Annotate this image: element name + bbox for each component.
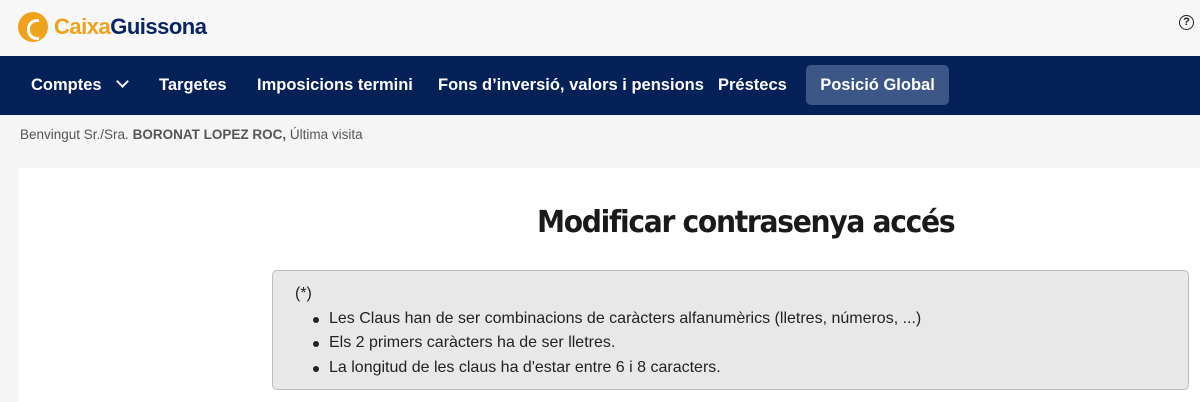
logo-icon [18,12,48,42]
caixaguissona-logo[interactable]: CaixaGuissona [18,12,207,42]
nav-item-posicio-global[interactable]: Posició Global [806,65,949,105]
logo-text-guissona: Guissona [110,14,207,39]
chevron-down-icon [115,75,129,88]
nav-item-label: Comptes [31,76,102,94]
rule-item: Les Claus han de ser combinacions de car… [312,310,922,327]
note-marker: (*) [295,285,312,302]
password-rules-box: (*) Les Claus han de ser combinacions de… [272,270,1189,390]
top-bar: CaixaGuissona ? [0,0,1200,56]
nav-item-comptes[interactable]: Comptes [31,56,129,115]
help-icon[interactable]: ? [1179,15,1194,30]
nav-item-fons-inversio[interactable]: Fons d’inversió, valors i pensions [438,56,704,115]
last-visit-label: Última visita [289,127,363,142]
main-navigation: Comptes Targetes Imposicions termini Fon… [0,56,1200,115]
logo-text: CaixaGuissona [54,14,207,40]
logo-text-caixa: Caixa [54,14,111,39]
user-name: BORONAT LOPEZ ROC, [132,127,287,142]
nav-item-targetes[interactable]: Targetes [159,56,227,115]
welcome-message: Benvingut Sr./Sra. BORONAT LOPEZ ROC, Úl… [20,127,363,142]
rule-item: Els 2 primers caràcters ha de ser lletre… [312,334,616,351]
welcome-prefix: Benvingut Sr./Sra. [20,127,129,142]
rule-item: La longitud de les claus ha d'estar entr… [313,359,721,376]
page-title: Modificar contrasenya accés [537,205,956,240]
nav-item-prestecs[interactable]: Préstecs [718,56,787,115]
nav-item-imposicions-termini[interactable]: Imposicions termini [257,56,413,115]
